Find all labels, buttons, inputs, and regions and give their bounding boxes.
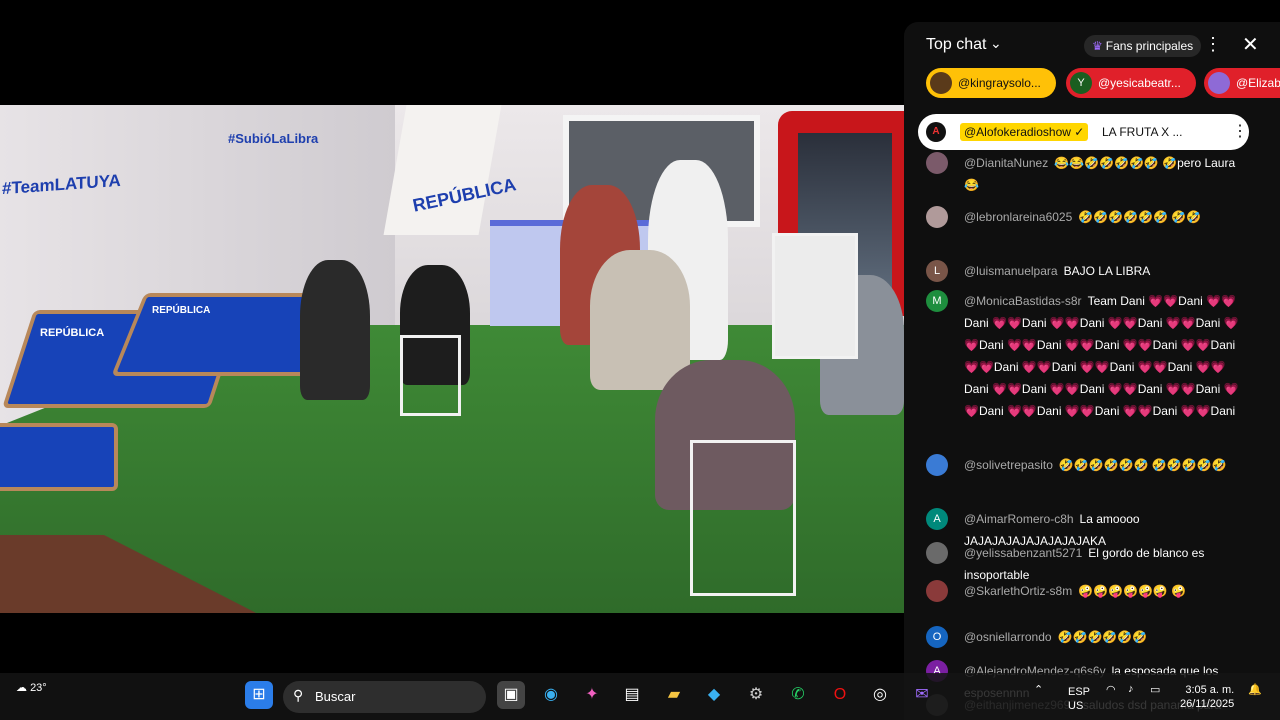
message-body: @MonicaBastidas-s8r Team Dani 💗💗Dani 💗💗Da…	[964, 290, 1244, 422]
pinned-author: @Alofokeradioshow ✓	[960, 123, 1089, 141]
crown-icon: ♛	[1092, 39, 1103, 53]
lounger-brand-1: REPÚBLICA	[40, 327, 105, 339]
author-name[interactable]: @AimarRomero-c8h	[964, 512, 1074, 526]
author-name[interactable]: @DianitaNunez	[964, 156, 1048, 170]
message-text: 🤣🤣🤣🤣🤣🤣 🤣🤣🤣🤣🤣	[1058, 458, 1227, 472]
fan-chip[interactable]: Y @yesicabeatr...	[1066, 68, 1196, 98]
message-text: 🤣🤣🤣🤣🤣🤣 🤣🤣	[1078, 210, 1202, 224]
chat-app-icon[interactable]: ✉	[908, 681, 936, 709]
wifi-icon[interactable]: ◠	[1106, 683, 1116, 696]
chat-header: Top chat ⌄ ♛ Fans principales ⋮ ✕	[904, 22, 1280, 72]
weather-widget[interactable]: ☁ 23°	[16, 681, 47, 694]
avatar: Y	[1070, 72, 1092, 94]
author-name[interactable]: @yelissabenzant5271	[964, 546, 1082, 560]
avatar	[1208, 72, 1230, 94]
close-icon[interactable]: ✕	[1242, 32, 1259, 57]
fans-principales-button[interactable]: ♛ Fans principales	[1084, 35, 1202, 57]
search-box[interactable]: ⚲ Buscar	[283, 681, 486, 713]
fan-chip[interactable]: @Elizab	[1204, 68, 1280, 98]
date: 26/11/2025	[1180, 698, 1235, 710]
avatar[interactable]: L	[926, 260, 948, 282]
temperature: 23°	[30, 682, 47, 694]
lounger-3	[0, 423, 118, 491]
language-indicator[interactable]: ESP US	[1068, 685, 1090, 713]
white-chair-1	[400, 335, 461, 416]
cloud-icon: ☁	[16, 682, 27, 694]
clock[interactable]: 3:05 a. m. 26/11/2025	[1180, 683, 1234, 711]
top-fans-chips: @kingraysolo... Y @yesicabeatr... @Elizab	[926, 68, 1280, 100]
pinned-menu-icon[interactable]: ⋮	[1232, 121, 1248, 141]
volume-icon[interactable]: ♪	[1128, 683, 1134, 695]
opera-icon[interactable]: O	[826, 681, 854, 709]
person-5	[590, 250, 690, 390]
chevron-down-icon[interactable]: ⌄	[990, 35, 1002, 52]
lounger-brand-2: REPÚBLICA	[152, 305, 211, 316]
fan-chip[interactable]: @kingraysolo...	[926, 68, 1056, 98]
screen: #SubióLaLibra #TeamLATUYA REPÚBLICA REPÚ…	[0, 0, 1280, 720]
notification-bell-icon[interactable]: 🔔	[1248, 683, 1262, 696]
author-name[interactable]: @lebronlareina6025	[964, 210, 1072, 224]
avatar[interactable]	[926, 206, 948, 228]
edge-icon[interactable]: ◉	[537, 681, 565, 709]
avatar	[930, 72, 952, 94]
pinned-message[interactable]: A @Alofokeradioshow ✓ LA FRUTA X ... ⋮	[918, 114, 1249, 150]
avatar[interactable]: O	[926, 626, 948, 648]
message-text: 🤪🤪🤪🤪🤪🤪 🤪	[1078, 584, 1187, 598]
avatar[interactable]	[926, 542, 948, 564]
avatar[interactable]	[926, 152, 948, 174]
fan-chip-name: @kingraysolo...	[958, 76, 1041, 90]
channel-logo-icon: A	[926, 122, 946, 142]
fans-label: Fans principales	[1105, 39, 1194, 53]
chevron-up-icon[interactable]: ⌃	[1034, 683, 1043, 696]
avatar[interactable]: A	[926, 508, 948, 530]
language: ESP	[1068, 686, 1091, 698]
message-text: Team Dani 💗💗Dani 💗💗Dani 💗💗Dani 💗💗Dani 💗💗…	[964, 294, 1239, 418]
white-chair-2	[690, 440, 796, 596]
whatsapp-icon[interactable]: ✆	[784, 681, 812, 709]
settings-gear-icon[interactable]: ⚙	[742, 681, 770, 709]
avatar[interactable]	[926, 454, 948, 476]
search-icon: ⚲	[293, 687, 304, 703]
message-body: @lebronlareina6025 🤣🤣🤣🤣🤣🤣 🤣🤣	[964, 206, 1244, 228]
app-icon[interactable]: ◆	[700, 681, 728, 709]
message-body: @luismanuelpara BAJO LA LIBRA	[964, 260, 1244, 282]
white-chair-3	[772, 233, 858, 359]
chat-mode-title[interactable]: Top chat	[926, 36, 986, 54]
author-name[interactable]: @SkarlethOrtiz-s8m	[964, 584, 1072, 598]
message-text: BAJO LA LIBRA	[1063, 264, 1151, 278]
fan-chip-name: @yesicabeatr...	[1098, 76, 1181, 90]
video-player[interactable]: #SubióLaLibra #TeamLATUYA REPÚBLICA REPÚ…	[0, 105, 904, 613]
author-name[interactable]: @MonicaBastidas-s8r	[964, 294, 1082, 308]
search-label: Buscar	[315, 689, 356, 704]
time: 3:05 a. m.	[1185, 684, 1235, 696]
message-body: @solivetrepasito 🤣🤣🤣🤣🤣🤣 🤣🤣🤣🤣🤣	[964, 454, 1244, 476]
message-text: 🤣🤣🤣🤣🤣🤣	[1057, 630, 1148, 644]
live-chat-panel: Top chat ⌄ ♛ Fans principales ⋮ ✕ @kingra…	[904, 22, 1280, 720]
wall-hashtag-libra: #SubióLaLibra	[228, 131, 319, 146]
task-view-icon[interactable]: ▣	[497, 681, 525, 709]
message-body: @osniellarrondo 🤣🤣🤣🤣🤣🤣	[964, 626, 1244, 648]
message-body: @SkarlethOrtiz-s8m 🤪🤪🤪🤪🤪🤪 🤪	[964, 580, 1244, 602]
author-name[interactable]: @luismanuelpara	[964, 264, 1058, 278]
message-body: @DianitaNunez 😂😂🤣🤣🤣🤣🤣 🤣pero Laura 😂	[964, 152, 1244, 196]
pinned-text: LA FRUTA X ...	[1102, 125, 1183, 139]
fan-chip-name: @Elizab	[1236, 76, 1280, 90]
folder-icon[interactable]: ▰	[660, 681, 688, 709]
avatar[interactable]: M	[926, 290, 948, 312]
obs-icon[interactable]: ◎	[866, 681, 894, 709]
more-options-icon[interactable]: ⋮	[1204, 34, 1222, 55]
author-name[interactable]: @osniellarrondo	[964, 630, 1052, 644]
start-icon[interactable]: ⊞	[245, 681, 273, 709]
copilot-icon[interactable]: ✦	[578, 681, 606, 709]
store-icon[interactable]: ▤	[618, 681, 646, 709]
author-name[interactable]: @solivetrepasito	[964, 458, 1053, 472]
avatar[interactable]	[926, 580, 948, 602]
taskbar: ☁ 23° ⊞ ⚲ Buscar ▣ ◉ ✦ ▤ ▰ ◆ ⚙ ✆ O ◎ ✉ ⌃…	[0, 673, 1280, 720]
battery-icon[interactable]: ▭	[1150, 683, 1160, 696]
person-1	[300, 260, 370, 400]
region: US	[1068, 700, 1084, 712]
